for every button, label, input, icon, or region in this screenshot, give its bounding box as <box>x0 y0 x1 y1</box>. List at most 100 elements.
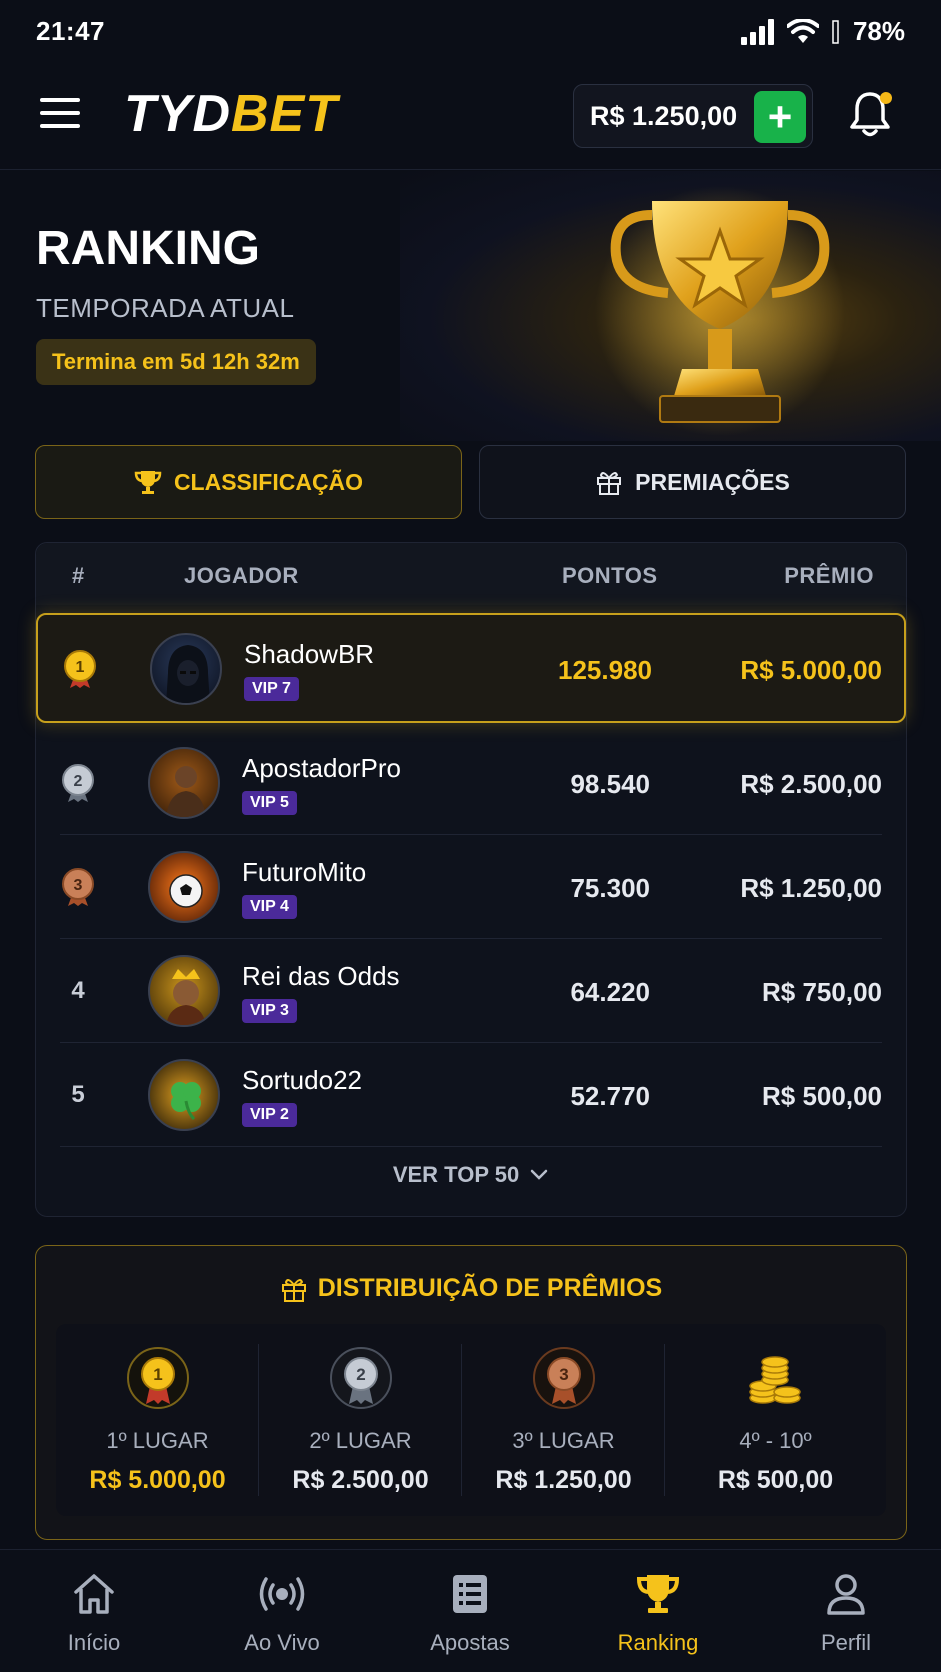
rank-number: 4 <box>71 977 85 1004</box>
table-row[interactable]: 5 Sortudo22 VIP 2 52.770 R$ 500,00 <box>36 1043 906 1147</box>
vip-badge: VIP 4 <box>242 895 297 919</box>
player-prize: R$ 5.000,00 <box>740 655 882 685</box>
status-bar: 21:47 78% <box>0 0 941 64</box>
user-icon <box>827 1574 865 1615</box>
player-prize: R$ 2.500,00 <box>740 769 882 799</box>
ranking-hero: RANKING TEMPORADA ATUAL Termina em 5d 12… <box>0 171 941 441</box>
avatar <box>148 955 220 1027</box>
avatar <box>148 851 220 923</box>
prize-second-place: 2 2º LUGAR R$ 2.500,00 <box>259 1324 462 1516</box>
player-name: Rei das Odds <box>242 961 400 991</box>
notifications-button[interactable] <box>848 90 896 140</box>
player-prize: R$ 500,00 <box>762 1081 882 1111</box>
bronze-medal-icon: 3 <box>62 868 94 906</box>
prize-4-10-place: 4º - 10º R$ 500,00 <box>665 1324 886 1516</box>
table-row[interactable]: 2 ApostadorPro VIP 5 98.540 R$ 2.500,00 <box>36 731 906 835</box>
ranking-tabs: CLASSIFICAÇÃO PREMIAÇÕES <box>35 445 907 519</box>
prize-label: 3º LUGAR <box>512 1428 615 1453</box>
svg-text:2: 2 <box>74 773 83 790</box>
svg-text:1: 1 <box>153 1365 162 1384</box>
distribution-grid: 1 1º LUGAR R$ 5.000,00 2 2º LUGAR R$ 2.5… <box>56 1324 886 1516</box>
soccer-ball-icon <box>169 874 203 908</box>
wifi-icon <box>786 18 819 43</box>
prize-value: R$ 2.500,00 <box>292 1466 429 1494</box>
balance-value: R$ 1.250,00 <box>590 100 738 131</box>
gift-icon <box>281 1278 306 1302</box>
svg-text:2: 2 <box>356 1365 365 1384</box>
prize-value: R$ 500,00 <box>717 1466 834 1494</box>
nav-ranking[interactable]: Ranking <box>564 1550 752 1672</box>
prize-distribution: DISTRIBUIÇÃO DE PRÊMIOS 1 1º LUGAR R$ 5.… <box>35 1245 907 1540</box>
countdown-badge: Termina em 5d 12h 32m <box>36 339 316 385</box>
distribution-title: DISTRIBUIÇÃO DE PRÊMIOS <box>36 1274 906 1303</box>
deposit-button[interactable]: + <box>754 91 806 143</box>
hooded-avatar-icon <box>166 645 210 703</box>
vip-badge: VIP 2 <box>242 1103 297 1127</box>
table-row[interactable]: 1 ShadowBR VIP 7 125.980 R$ 5.000,00 <box>36 613 906 723</box>
vip-badge: VIP 3 <box>242 999 297 1023</box>
gold-medal-icon: 1 <box>64 650 96 688</box>
prize-first-place: 1 1º LUGAR R$ 5.000,00 <box>56 1324 259 1516</box>
header-rank: # <box>72 563 85 588</box>
svg-text:3: 3 <box>559 1365 568 1384</box>
menu-icon[interactable] <box>40 98 80 130</box>
player-points: 125.980 <box>558 655 652 685</box>
tab-premiacoes[interactable]: PREMIAÇÕES <box>479 445 906 519</box>
header-points: PONTOS <box>562 563 658 588</box>
ranking-table: # JOGADOR PONTOS PRÊMIO 1 ShadowBR VIP 7… <box>35 542 907 1217</box>
nav-apostas[interactable]: Apostas <box>376 1550 564 1672</box>
player-points: 75.300 <box>570 873 650 903</box>
notification-dot <box>880 92 892 104</box>
nav-perfil[interactable]: Perfil <box>752 1550 940 1672</box>
prize-label: 1º LUGAR <box>106 1428 209 1453</box>
coins-icon <box>749 1356 801 1404</box>
player-points: 64.220 <box>570 977 650 1007</box>
player-prize: R$ 750,00 <box>762 977 882 1007</box>
rank-medal: 2 <box>60 763 96 803</box>
silver-medal-icon: 2 <box>62 764 94 802</box>
status-icons: 78% <box>740 16 905 47</box>
avatar <box>148 1059 220 1131</box>
live-icon <box>259 1577 305 1611</box>
rank-medal: 1 <box>62 649 98 689</box>
trophy-illustration <box>595 186 845 436</box>
bets-icon <box>453 1575 487 1613</box>
player-points: 98.540 <box>570 769 650 799</box>
nav-ao-vivo[interactable]: Ao Vivo <box>188 1550 376 1672</box>
player-name: Sortudo22 <box>242 1065 362 1095</box>
vip-badge: VIP 7 <box>244 677 299 701</box>
rank-medal: 3 <box>60 867 96 907</box>
table-row[interactable]: 3 FuturoMito VIP 4 75.300 R$ 1.250,00 <box>36 835 906 939</box>
balance-display[interactable]: R$ 1.250,00 + <box>573 84 813 148</box>
season-label: TEMPORADA ATUAL <box>36 293 295 323</box>
trophy-icon <box>636 1575 680 1613</box>
table-row[interactable]: 4 Rei das Odds VIP 3 64.220 R$ 750,00 <box>36 939 906 1043</box>
player-prize: R$ 1.250,00 <box>740 873 882 903</box>
bottom-navigation: Início Ao Vivo Apostas Ranking Perfil <box>0 1549 941 1672</box>
chevron-down-icon <box>530 1169 548 1180</box>
prize-third-place: 3 3º LUGAR R$ 1.250,00 <box>462 1324 665 1516</box>
prize-value: R$ 5.000,00 <box>89 1466 226 1494</box>
warrior-avatar-icon <box>166 766 206 817</box>
nav-inicio[interactable]: Início <box>0 1550 188 1672</box>
header-prize: PRÊMIO <box>784 563 874 588</box>
player-name: ApostadorPro <box>242 753 401 783</box>
rank-number: 5 <box>71 1081 85 1108</box>
view-top-50-button[interactable]: VER TOP 50 <box>36 1143 906 1207</box>
gift-icon <box>597 472 622 495</box>
gold-medal-icon: 1 <box>127 1347 189 1409</box>
svg-text:3: 3 <box>74 877 83 894</box>
home-icon <box>74 1574 114 1614</box>
signal-icon <box>740 18 774 45</box>
avatar <box>150 633 222 705</box>
tab-classificacao[interactable]: CLASSIFICAÇÃO <box>35 445 462 519</box>
app-logo[interactable]: TYDBET <box>124 84 338 144</box>
player-name: ShadowBR <box>244 639 375 669</box>
header-player: JOGADOR <box>184 563 299 588</box>
clover-icon <box>171 1082 201 1121</box>
player-name: FuturoMito <box>242 857 367 887</box>
prize-label: 2º LUGAR <box>309 1428 412 1453</box>
avatar <box>148 747 220 819</box>
page-title: RANKING <box>36 222 260 275</box>
prize-value: R$ 1.250,00 <box>495 1466 632 1494</box>
